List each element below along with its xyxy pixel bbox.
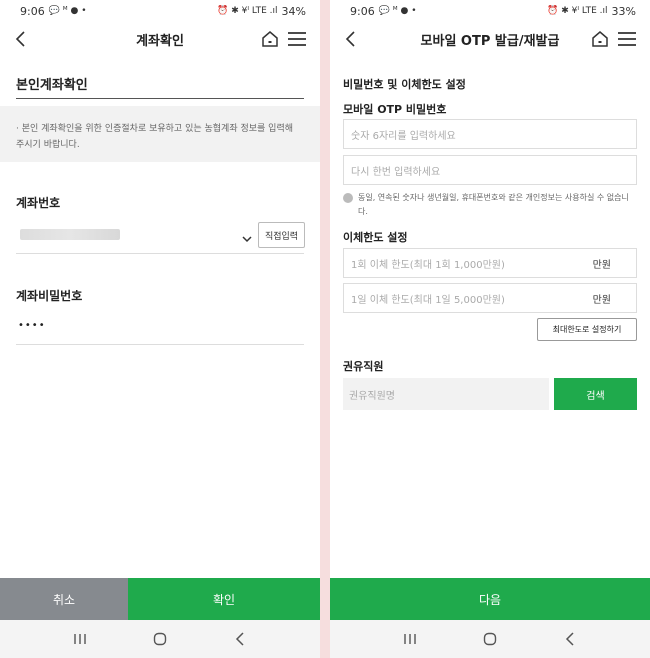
otp-password-confirm-input[interactable]: 다시 한번 입력하세요 <box>343 155 637 185</box>
home-icon[interactable] <box>260 29 280 49</box>
status-time: 9:06 <box>350 4 375 18</box>
status-bar: 9:06 💬 ᴹ ● • ⏰ ✱ ¥ᴵ LTE .ıl 34% <box>0 0 320 22</box>
battery-level: 33% <box>611 4 636 18</box>
app-bar: 계좌확인 <box>0 22 320 56</box>
account-password-field[interactable]: •••• <box>18 320 46 331</box>
nav-back-icon[interactable] <box>560 629 580 649</box>
home-circle-icon[interactable] <box>150 629 170 649</box>
otp-info-text: 동일, 연속된 숫자나 생년월일, 휴대폰번호와 같은 개인정보는 사용하실 수… <box>358 193 629 216</box>
system-nav-bar <box>0 620 320 658</box>
per-transaction-unit: 만원 <box>592 259 611 271</box>
menu-icon[interactable] <box>286 29 308 49</box>
account-number-select[interactable] <box>20 229 120 240</box>
password-underline <box>16 344 304 345</box>
account-underline <box>16 253 304 254</box>
account-password-label: 계좌비밀번호 <box>16 289 83 303</box>
chevron-down-icon[interactable] <box>242 229 252 243</box>
recent-apps-icon[interactable] <box>400 629 420 649</box>
otp-password-confirm-placeholder: 다시 한번 입력하세요 <box>351 166 441 178</box>
confirm-button[interactable]: 확인 <box>128 578 320 620</box>
bottom-action-bar: 취소 확인 <box>0 578 320 620</box>
notice-box: · 본인 계좌확인을 위한 인증절차로 보유하고 있는 농협계좌 정보를 입력해… <box>0 106 320 162</box>
status-time: 9:06 <box>20 4 45 18</box>
home-icon[interactable] <box>590 29 610 49</box>
account-verify-screen: 9:06 💬 ᴹ ● • ⏰ ✱ ¥ᴵ LTE .ıl 34% 계좌확인 본인계… <box>0 0 320 658</box>
next-button[interactable]: 다음 <box>330 578 650 620</box>
status-bar: 9:06 💬 ᴹ ● • ⏰ ✱ ¥ᴵ LTE .ıl 33% <box>330 0 650 22</box>
notification-icons: 💬 ᴹ ● • <box>378 6 417 16</box>
bottom-action-bar: 다음 <box>330 578 650 620</box>
staff-search-button[interactable]: 검색 <box>554 378 637 410</box>
app-bar: 모바일 OTP 발급/재발급 <box>330 22 650 56</box>
referral-staff-input[interactable]: 권유직원명 <box>343 378 549 410</box>
recent-apps-icon[interactable] <box>70 629 90 649</box>
otp-password-placeholder: 숫자 6자리를 입력하세요 <box>351 130 456 142</box>
battery-level: 34% <box>281 4 306 18</box>
per-day-unit: 만원 <box>592 294 611 306</box>
menu-icon[interactable] <box>616 29 638 49</box>
set-max-limit-button[interactable]: 최대한도로 설정하기 <box>537 318 637 341</box>
info-icon <box>343 193 353 203</box>
per-transaction-limit-placeholder: 1회 이체 한도(최대 1회 1,000만원) <box>351 259 505 271</box>
per-day-limit-input[interactable]: 1일 이체 한도(최대 1일 5,000만원) 만원 <box>343 283 637 313</box>
title-underline <box>16 98 304 99</box>
account-number-label: 계좌번호 <box>16 196 61 210</box>
status-icons: ⏰ ✱ ¥ᴵ LTE .ıl <box>217 6 278 16</box>
system-nav-bar <box>330 620 650 658</box>
otp-password-label: 모바일 OTP 비밀번호 <box>343 103 447 116</box>
direct-input-button[interactable]: 직접입력 <box>258 222 305 248</box>
notification-icons: 💬 ᴹ ● • <box>48 6 87 16</box>
section-title: 본인계좌확인 <box>16 78 88 93</box>
otp-info-note: 동일, 연속된 숫자나 생년월일, 휴대폰번호와 같은 개인정보는 사용하실 수… <box>343 191 637 219</box>
referral-staff-placeholder: 권유직원명 <box>349 390 395 402</box>
cancel-button[interactable]: 취소 <box>0 578 128 620</box>
per-day-limit-placeholder: 1일 이체 한도(최대 1일 5,000만원) <box>351 294 505 306</box>
transfer-limit-label: 이체한도 설정 <box>343 231 408 244</box>
nav-back-icon[interactable] <box>230 629 250 649</box>
home-circle-icon[interactable] <box>480 629 500 649</box>
status-icons: ⏰ ✱ ¥ᴵ LTE .ıl <box>547 6 608 16</box>
otp-issue-screen: 9:06 💬 ᴹ ● • ⏰ ✱ ¥ᴵ LTE .ıl 33% 모바일 OTP … <box>330 0 650 658</box>
back-arrow-icon[interactable] <box>340 28 362 50</box>
section-heading: 비밀번호 및 이체한도 설정 <box>343 78 466 91</box>
referral-staff-label: 권유직원 <box>343 360 384 373</box>
back-arrow-icon[interactable] <box>10 28 32 50</box>
otp-password-input[interactable]: 숫자 6자리를 입력하세요 <box>343 119 637 149</box>
per-transaction-limit-input[interactable]: 1회 이체 한도(최대 1회 1,000만원) 만원 <box>343 248 637 278</box>
notice-text: · 본인 계좌확인을 위한 인증절차로 보유하고 있는 농협계좌 정보를 입력해… <box>16 124 294 150</box>
